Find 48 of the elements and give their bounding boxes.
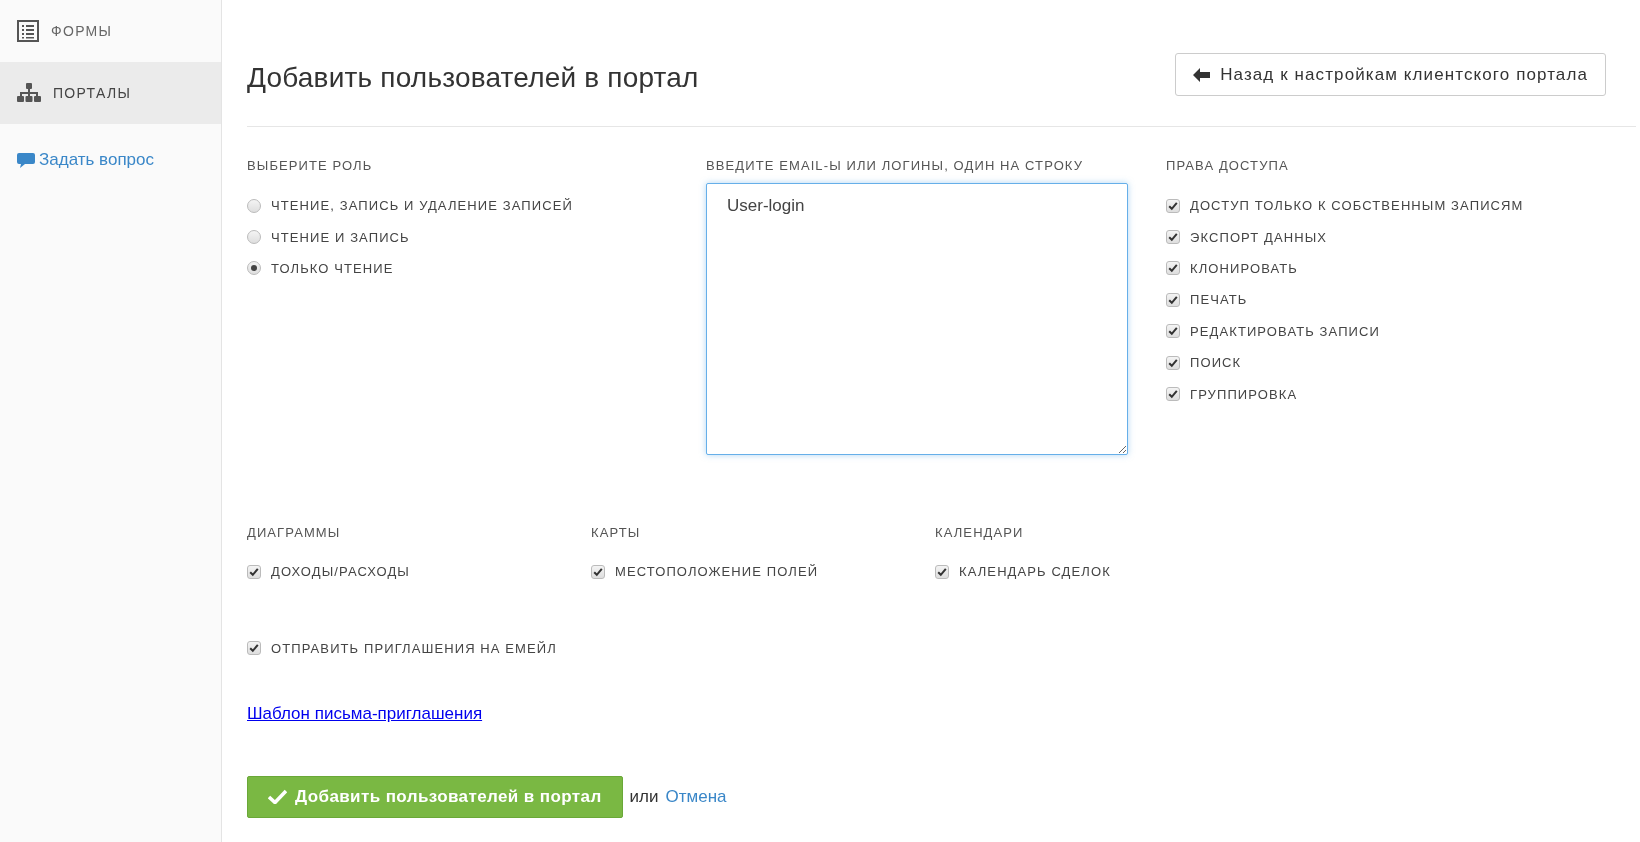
checkbox[interactable]	[1166, 292, 1180, 307]
section-heading: ВВЕДИТЕ EMAIL-Ы ИЛИ ЛОГИНЫ, ОДИН НА СТРОКУ	[706, 158, 1085, 173]
radio-button[interactable]	[247, 230, 261, 245]
radio-label: ЧТЕНИЕ, ЗАПИСЬ И УДАЛЕНИЕ ЗАПИСЕЙ	[271, 198, 573, 214]
checkbox-label: ДОСТУП ТОЛЬКО К СОБСТВЕННЫМ ЗАПИСЯМ	[1190, 198, 1524, 214]
checkbox-label: РЕДАКТИРОВАТЬ ЗАПИСИ	[1190, 323, 1380, 339]
list-icon	[17, 20, 39, 42]
checkbox-label: ДОХОДЫ/РАСХОДЫ	[271, 564, 410, 580]
sidebar-item[interactable]: ПОРТАЛЫ	[0, 62, 221, 124]
checkbox[interactable]	[935, 564, 949, 579]
speech-bubble-icon	[17, 151, 35, 169]
checkbox-label: КЛОНИРОВАТЬ	[1190, 260, 1298, 276]
sitemap-icon	[17, 83, 41, 103]
checkbox-label: ГРУППИРОВКА	[1190, 386, 1298, 402]
checkmark-icon	[268, 789, 287, 805]
checkbox-label: ЭКСПОРТ ДАННЫХ	[1190, 229, 1328, 245]
users-input-field[interactable]: User-login	[706, 183, 1128, 455]
checkbox-label: МЕСТОПОЛОЖЕНИЕ ПОЛЕЙ	[615, 564, 819, 580]
radio-button[interactable]	[247, 198, 261, 213]
checkbox[interactable]	[1166, 355, 1180, 370]
page-title: Добавить пользователей в портал	[247, 62, 699, 94]
back-button[interactable]: Назад к настройкам клиентского портала	[1175, 53, 1606, 96]
or-text: или	[629, 786, 659, 807]
checkbox-label: ПОИСК	[1190, 355, 1242, 371]
checkbox[interactable]	[247, 641, 261, 656]
radio-label: ЧТЕНИЕ И ЗАПИСЬ	[271, 229, 410, 245]
section-heading: КАРТЫ	[591, 525, 642, 540]
cancel-link[interactable]: Отмена	[665, 786, 727, 807]
template-link[interactable]: Шаблон письма-приглашения	[247, 703, 483, 724]
checkbox[interactable]	[1166, 230, 1180, 245]
sidebar-item[interactable]: ФОРМЫ	[0, 0, 221, 62]
checkbox-label: ПЕЧАТЬ	[1190, 292, 1248, 308]
checkbox[interactable]	[1166, 324, 1180, 339]
checkbox[interactable]	[1166, 387, 1180, 402]
arrow-left-icon	[1193, 67, 1211, 82]
radio-label: ТОЛЬКО ЧТЕНИЕ	[271, 260, 394, 276]
checkbox[interactable]	[1166, 261, 1180, 276]
help-link[interactable]: Задать вопрос	[17, 150, 221, 170]
section-heading: ДИАГРАММЫ	[247, 525, 342, 540]
checkbox-label: КАЛЕНДАРЬ СДЕЛОК	[959, 564, 1111, 580]
section-heading: ПРАВА ДОСТУПА	[1166, 158, 1290, 173]
checkbox[interactable]	[1166, 198, 1180, 213]
checkbox-label: ОТПРАВИТЬ ПРИГЛАШЕНИЯ НА ЕМЕЙЛ	[271, 640, 557, 656]
checkbox[interactable]	[247, 564, 261, 579]
section-heading: КАЛЕНДАРИ	[935, 525, 1025, 540]
section-heading: ВЫБЕРИТЕ РОЛЬ	[247, 158, 374, 173]
checkbox[interactable]	[591, 564, 605, 579]
radio-button[interactable]	[247, 261, 261, 276]
